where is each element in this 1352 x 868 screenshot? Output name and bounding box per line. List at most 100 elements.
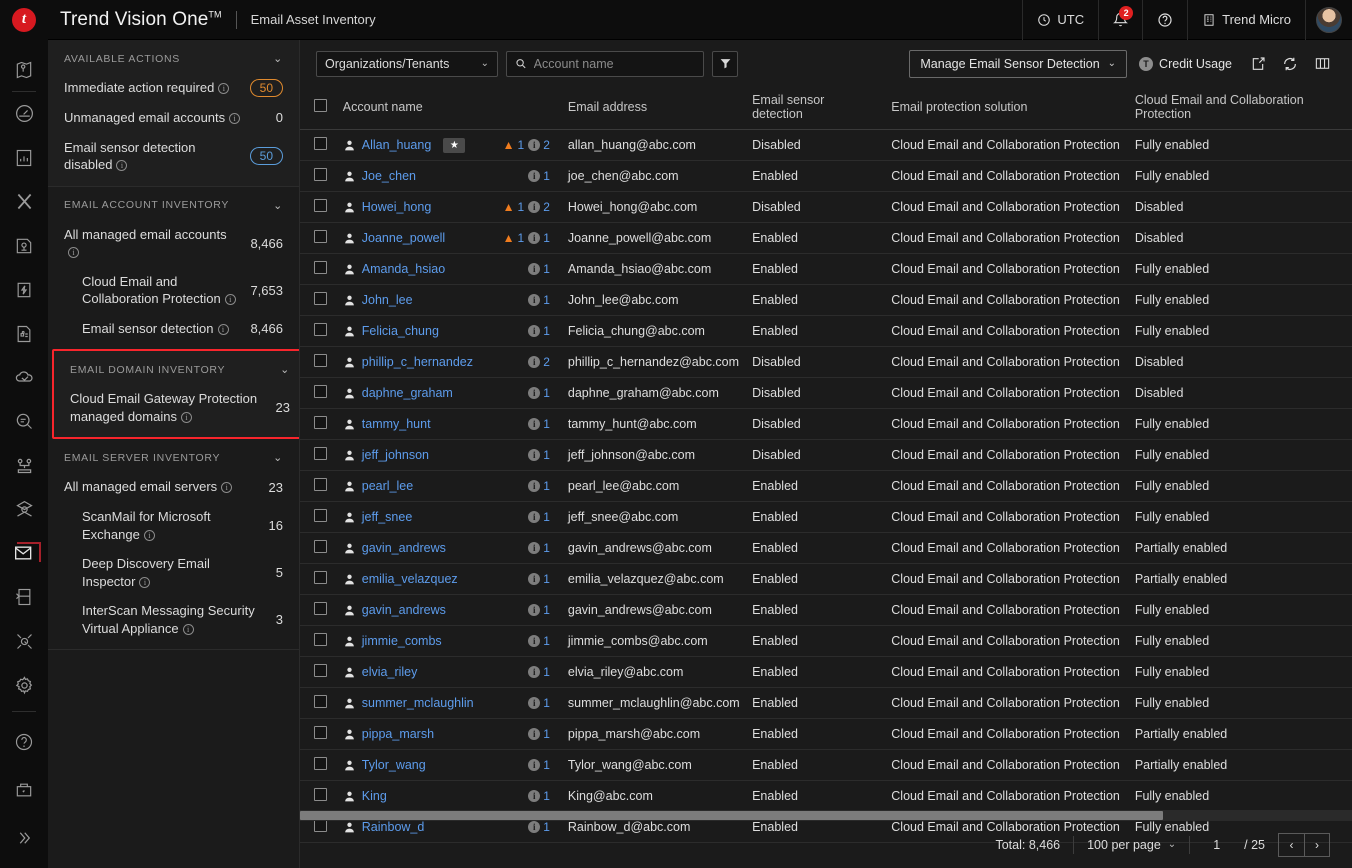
table-row[interactable]: gavin_andrewsi1gavin_andrews@abc.comEnab…: [300, 533, 1352, 564]
sidebar-row-gateway-managed-domains[interactable]: Cloud Email Gateway Protection managed d…: [54, 384, 300, 431]
account-name-link[interactable]: Amanda_hsiao: [362, 262, 445, 276]
info-icon[interactable]: i: [218, 324, 229, 335]
table-row[interactable]: gavin_andrewsi1gavin_andrews@abc.comEnab…: [300, 595, 1352, 626]
info-badge-group[interactable]: i1: [528, 634, 550, 648]
info-icon[interactable]: i: [221, 482, 232, 493]
sidebar-item-response[interactable]: [0, 268, 48, 312]
search-input[interactable]: [534, 57, 695, 71]
account-name-link[interactable]: Joanne_powell: [362, 231, 445, 245]
warning-badge[interactable]: ▲1: [503, 138, 525, 152]
row-checkbox[interactable]: [314, 788, 327, 801]
sidebar-item-workflow[interactable]: [0, 443, 48, 487]
sidebar-row-all-managed-accounts[interactable]: All managed email accountsi 8,466: [48, 220, 299, 267]
info-badge-group[interactable]: i1: [528, 789, 550, 803]
rail-toolbox-button[interactable]: [0, 766, 48, 814]
account-name-link[interactable]: summer_mclaughlin: [362, 696, 474, 710]
table-row[interactable]: Joe_cheni1joe_chen@abc.comEnabledCloud E…: [300, 161, 1352, 192]
account-name-link[interactable]: Howei_hong: [362, 200, 432, 214]
sidebar-item-dashboard[interactable]: [0, 92, 48, 136]
sidebar-item-reports[interactable]: [0, 136, 48, 180]
warning-badge[interactable]: ▲1: [503, 231, 525, 245]
per-page-select[interactable]: 100 per page ⌄: [1074, 838, 1189, 852]
account-name-link[interactable]: jimmie_combs: [362, 634, 442, 648]
sidebar-item-layers[interactable]: [0, 487, 48, 531]
refresh-button[interactable]: [1276, 50, 1304, 78]
sidebar-item-cloud[interactable]: [0, 356, 48, 400]
row-checkbox[interactable]: [314, 137, 327, 150]
table-row[interactable]: jeff_sneei1jeff_snee@abc.comEnabledCloud…: [300, 502, 1352, 533]
section-header-email-domain-inventory[interactable]: EMAIL DOMAIN INVENTORY ⌄: [54, 351, 300, 384]
info-icon[interactable]: i: [181, 412, 192, 423]
table-row[interactable]: Amanda_hsiaoi1Amanda_hsiao@abc.comEnable…: [300, 254, 1352, 285]
help-button[interactable]: [1142, 0, 1187, 40]
table-row[interactable]: tammy_hunti1tammy_hunt@abc.comDisabledCl…: [300, 409, 1352, 440]
table-row[interactable]: jimmie_combsi1jimmie_combs@abc.comEnable…: [300, 626, 1352, 657]
sidebar-row-immediate-action[interactable]: Immediate action requiredi 50: [48, 73, 299, 103]
row-checkbox[interactable]: [314, 695, 327, 708]
sidebar-row-email-sensor-detection[interactable]: Email sensor detectioni 8,466: [48, 314, 299, 344]
info-badge-group[interactable]: i1: [528, 696, 550, 710]
section-header-email-account-inventory[interactable]: EMAIL ACCOUNT INVENTORY ⌄: [48, 187, 299, 220]
column-settings-button[interactable]: [1308, 50, 1336, 78]
table-row[interactable]: phillip_c_hernandezi2phillip_c_hernandez…: [300, 347, 1352, 378]
info-badge-group[interactable]: i2: [528, 200, 550, 214]
filter-button[interactable]: [712, 51, 738, 77]
column-header-cloud-email-collab-protection[interactable]: Cloud Email and Collaboration Protection: [1127, 87, 1352, 130]
row-checkbox[interactable]: [314, 571, 327, 584]
info-icon[interactable]: i: [218, 83, 229, 94]
info-icon[interactable]: i: [225, 294, 236, 305]
table-row[interactable]: Allan_huang★▲1i2allan_huang@abc.comDisab…: [300, 130, 1352, 161]
select-all-checkbox[interactable]: [314, 99, 327, 112]
scrollbar-thumb[interactable]: [300, 811, 1163, 820]
table-row[interactable]: Howei_hong▲1i2Howei_hong@abc.comDisabled…: [300, 192, 1352, 223]
info-icon[interactable]: i: [116, 160, 127, 171]
sidebar-row-cecp[interactable]: Cloud Email and Collaboration Protection…: [48, 267, 299, 314]
account-name-link[interactable]: elvia_riley: [362, 665, 418, 679]
account-name-link[interactable]: King: [362, 789, 387, 803]
row-checkbox[interactable]: [314, 354, 327, 367]
sidebar-row-deep-discovery-email-inspector[interactable]: Deep Discovery Email Inspectori 5: [48, 549, 299, 596]
table-row[interactable]: Joanne_powell▲1i1Joanne_powell@abc.comEn…: [300, 223, 1352, 254]
organizations-tenants-select[interactable]: Organizations/Tenants ⌄: [316, 51, 498, 77]
info-badge-group[interactable]: i1: [528, 169, 550, 183]
timezone-button[interactable]: UTC: [1022, 0, 1098, 40]
current-page-input[interactable]: 1: [1203, 838, 1230, 852]
info-badge-group[interactable]: i2: [528, 138, 550, 152]
account-name-link[interactable]: gavin_andrews: [362, 603, 446, 617]
table-row[interactable]: pearl_leei1pearl_lee@abc.comEnabledCloud…: [300, 471, 1352, 502]
account-name-link[interactable]: pippa_marsh: [362, 727, 434, 741]
row-checkbox[interactable]: [314, 447, 327, 460]
column-header-account-name[interactable]: Account name: [335, 87, 560, 130]
sidebar-item-threat-intel[interactable]: [0, 224, 48, 268]
info-badge-group[interactable]: i2: [528, 355, 550, 369]
account-name-link[interactable]: tammy_hunt: [362, 417, 431, 431]
user-menu-button[interactable]: [1305, 0, 1352, 40]
manage-email-sensor-detection-button[interactable]: Manage Email Sensor Detection ⌄: [909, 50, 1127, 78]
next-page-button[interactable]: ›: [1304, 833, 1330, 857]
horizontal-scrollbar[interactable]: [300, 810, 1352, 821]
account-name-link[interactable]: daphne_graham: [362, 386, 453, 400]
sidebar-item-network[interactable]: [0, 619, 48, 663]
row-checkbox[interactable]: [314, 261, 327, 274]
row-checkbox[interactable]: [314, 323, 327, 336]
info-icon[interactable]: i: [144, 530, 155, 541]
credit-usage-button[interactable]: T Credit Usage: [1131, 50, 1240, 78]
row-checkbox[interactable]: [314, 478, 327, 491]
info-badge-group[interactable]: i1: [528, 417, 550, 431]
rail-help-button[interactable]: [0, 718, 48, 766]
notifications-button[interactable]: 2: [1098, 0, 1142, 40]
info-icon[interactable]: i: [68, 247, 79, 258]
info-icon[interactable]: i: [229, 113, 240, 124]
row-checkbox[interactable]: [314, 385, 327, 398]
info-badge-group[interactable]: i1: [528, 293, 550, 307]
column-header-email-protection-solution[interactable]: Email protection solution: [883, 87, 1127, 130]
account-name-link[interactable]: emilia_velazquez: [362, 572, 458, 586]
info-badge-group[interactable]: i1: [528, 665, 550, 679]
account-name-link[interactable]: gavin_andrews: [362, 541, 446, 555]
account-name-link[interactable]: Joe_chen: [362, 169, 416, 183]
info-badge-group[interactable]: i1: [528, 448, 550, 462]
info-icon[interactable]: i: [139, 577, 150, 588]
account-name-link[interactable]: jeff_snee: [362, 510, 413, 524]
row-checkbox[interactable]: [314, 633, 327, 646]
app-logo[interactable]: t: [0, 0, 48, 40]
